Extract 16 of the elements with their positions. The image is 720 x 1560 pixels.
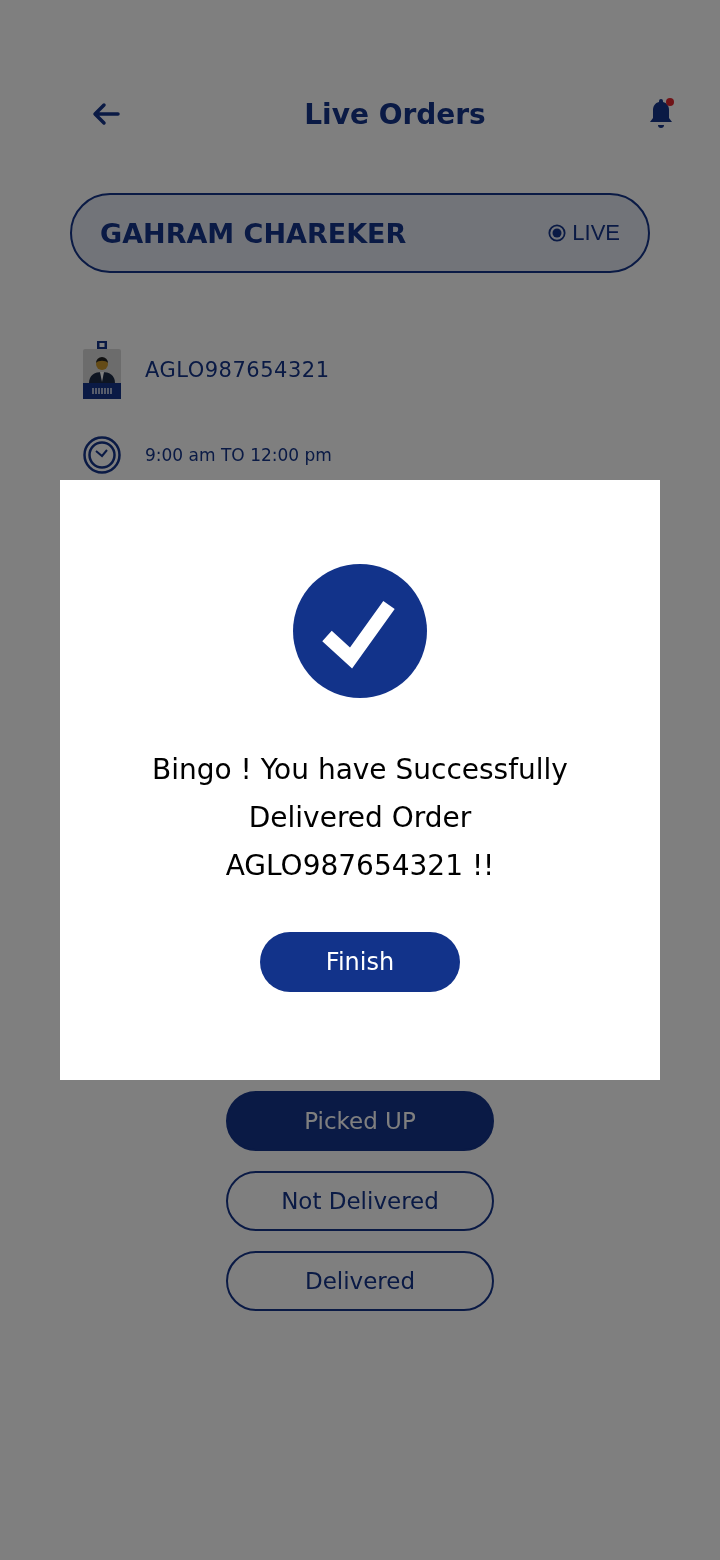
back-arrow-icon[interactable] [92,102,120,126]
live-radio-icon [548,224,567,242]
time-slot: 9:00 am TO 12:00 pm [145,445,332,465]
id-badge-icon [83,341,121,399]
finish-button[interactable]: Finish [260,932,460,992]
clock-icon [83,436,121,474]
notification-bell-icon[interactable] [648,97,674,131]
status-button[interactable]: Delivered [226,1251,494,1311]
status-button[interactable]: Not Delivered [226,1171,494,1231]
checkmark-icon [293,564,427,698]
success-message: Bingo ! You have Successfully Delivered Order AGLO987654321 !! [151,752,569,884]
status-button[interactable]: Picked UP [226,1091,494,1151]
customer-name: GAHRAM CHAREKER [100,217,408,249]
order-id: AGLO987654321 [145,358,330,382]
live-status: LIVE [572,220,620,246]
page-title: Live Orders [304,97,486,131]
